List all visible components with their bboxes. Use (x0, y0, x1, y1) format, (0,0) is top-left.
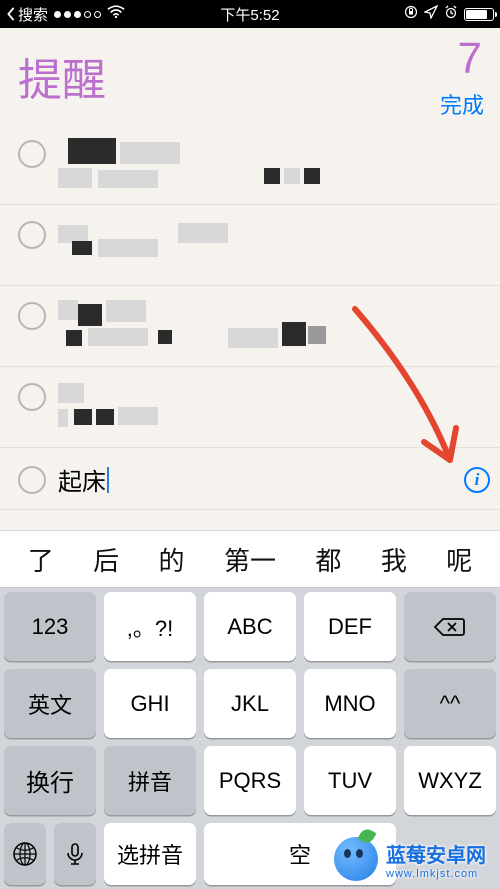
lock-icon (404, 5, 418, 23)
location-icon (424, 5, 438, 23)
complete-radio[interactable] (18, 140, 46, 168)
list-item[interactable] (0, 286, 500, 367)
key-emoji[interactable]: ^^ (404, 669, 496, 738)
backspace-icon (434, 617, 466, 637)
key-mode-pinyin[interactable]: 拼音 (104, 746, 196, 815)
alarm-icon (444, 5, 458, 23)
complete-radio[interactable] (18, 466, 46, 494)
globe-icon (12, 841, 38, 867)
battery-icon (464, 8, 494, 21)
list-item[interactable] (0, 205, 500, 286)
wifi-icon (107, 5, 125, 23)
mic-icon (62, 841, 88, 867)
key-mno[interactable]: MNO (304, 669, 396, 738)
reminder-text-value: 起床 (58, 462, 106, 497)
key-jkl[interactable]: JKL (204, 669, 296, 738)
redacted-content (58, 381, 490, 435)
signal-strength (54, 11, 101, 18)
back-label: 搜索 (18, 4, 48, 25)
status-bar: 搜索 下午5:52 (0, 0, 500, 28)
keyboard: 123 ,。?! ABC DEF 英文 GHI JKL MNO ^^ 拼音 PQ… (0, 588, 500, 889)
list-item[interactable] (0, 124, 500, 205)
key-mic[interactable] (54, 823, 96, 885)
key-select-pinyin[interactable]: 选拼音 (104, 823, 196, 885)
list-item[interactable] (0, 367, 500, 448)
info-button[interactable]: i (464, 467, 490, 493)
redacted-content (58, 219, 490, 273)
key-abc[interactable]: ABC (204, 592, 296, 661)
list-item-editing[interactable]: 起床 i (0, 448, 500, 510)
done-button[interactable]: 完成 (440, 88, 484, 120)
complete-radio[interactable] (18, 383, 46, 411)
text-cursor (107, 467, 109, 493)
key-pqrs[interactable]: PQRS (204, 746, 296, 815)
key-globe[interactable] (4, 823, 46, 885)
redacted-content (58, 300, 490, 354)
candidate-word[interactable]: 第一 (224, 541, 276, 578)
clock: 下午5:52 (220, 4, 279, 25)
candidate-word[interactable]: 了 (28, 541, 54, 578)
key-mode-en[interactable]: 英文 (4, 669, 96, 738)
list-title: 提醒 (18, 44, 482, 108)
key-backspace[interactable] (404, 592, 496, 661)
reminders-list: 起床 i (0, 124, 500, 510)
candidate-word[interactable]: 呢 (446, 541, 472, 578)
back-to-search[interactable]: 搜索 (6, 4, 48, 25)
candidate-word[interactable]: 都 (315, 541, 341, 578)
key-tuv[interactable]: TUV (304, 746, 396, 815)
candidate-word[interactable]: 后 (93, 541, 119, 578)
key-wxyz[interactable]: WXYZ (404, 746, 496, 815)
key-ghi[interactable]: GHI (104, 669, 196, 738)
candidate-word[interactable]: 我 (381, 541, 407, 578)
page-header: 提醒 7 完成 (0, 28, 500, 124)
complete-radio[interactable] (18, 302, 46, 330)
key-numbers[interactable]: 123 (4, 592, 96, 661)
key-punct[interactable]: ,。?! (104, 592, 196, 661)
item-count: 7 (458, 34, 482, 84)
reminder-text-input[interactable]: 起床 (58, 462, 464, 497)
key-space[interactable]: 空 (204, 823, 396, 885)
candidate-word[interactable]: 的 (159, 541, 185, 578)
redacted-content (58, 138, 490, 192)
complete-radio[interactable] (18, 221, 46, 249)
key-def[interactable]: DEF (304, 592, 396, 661)
ime-candidate-bar[interactable]: 了 后 的 第一 都 我 呢 (0, 530, 500, 588)
key-return[interactable]: 换行 (4, 746, 96, 815)
